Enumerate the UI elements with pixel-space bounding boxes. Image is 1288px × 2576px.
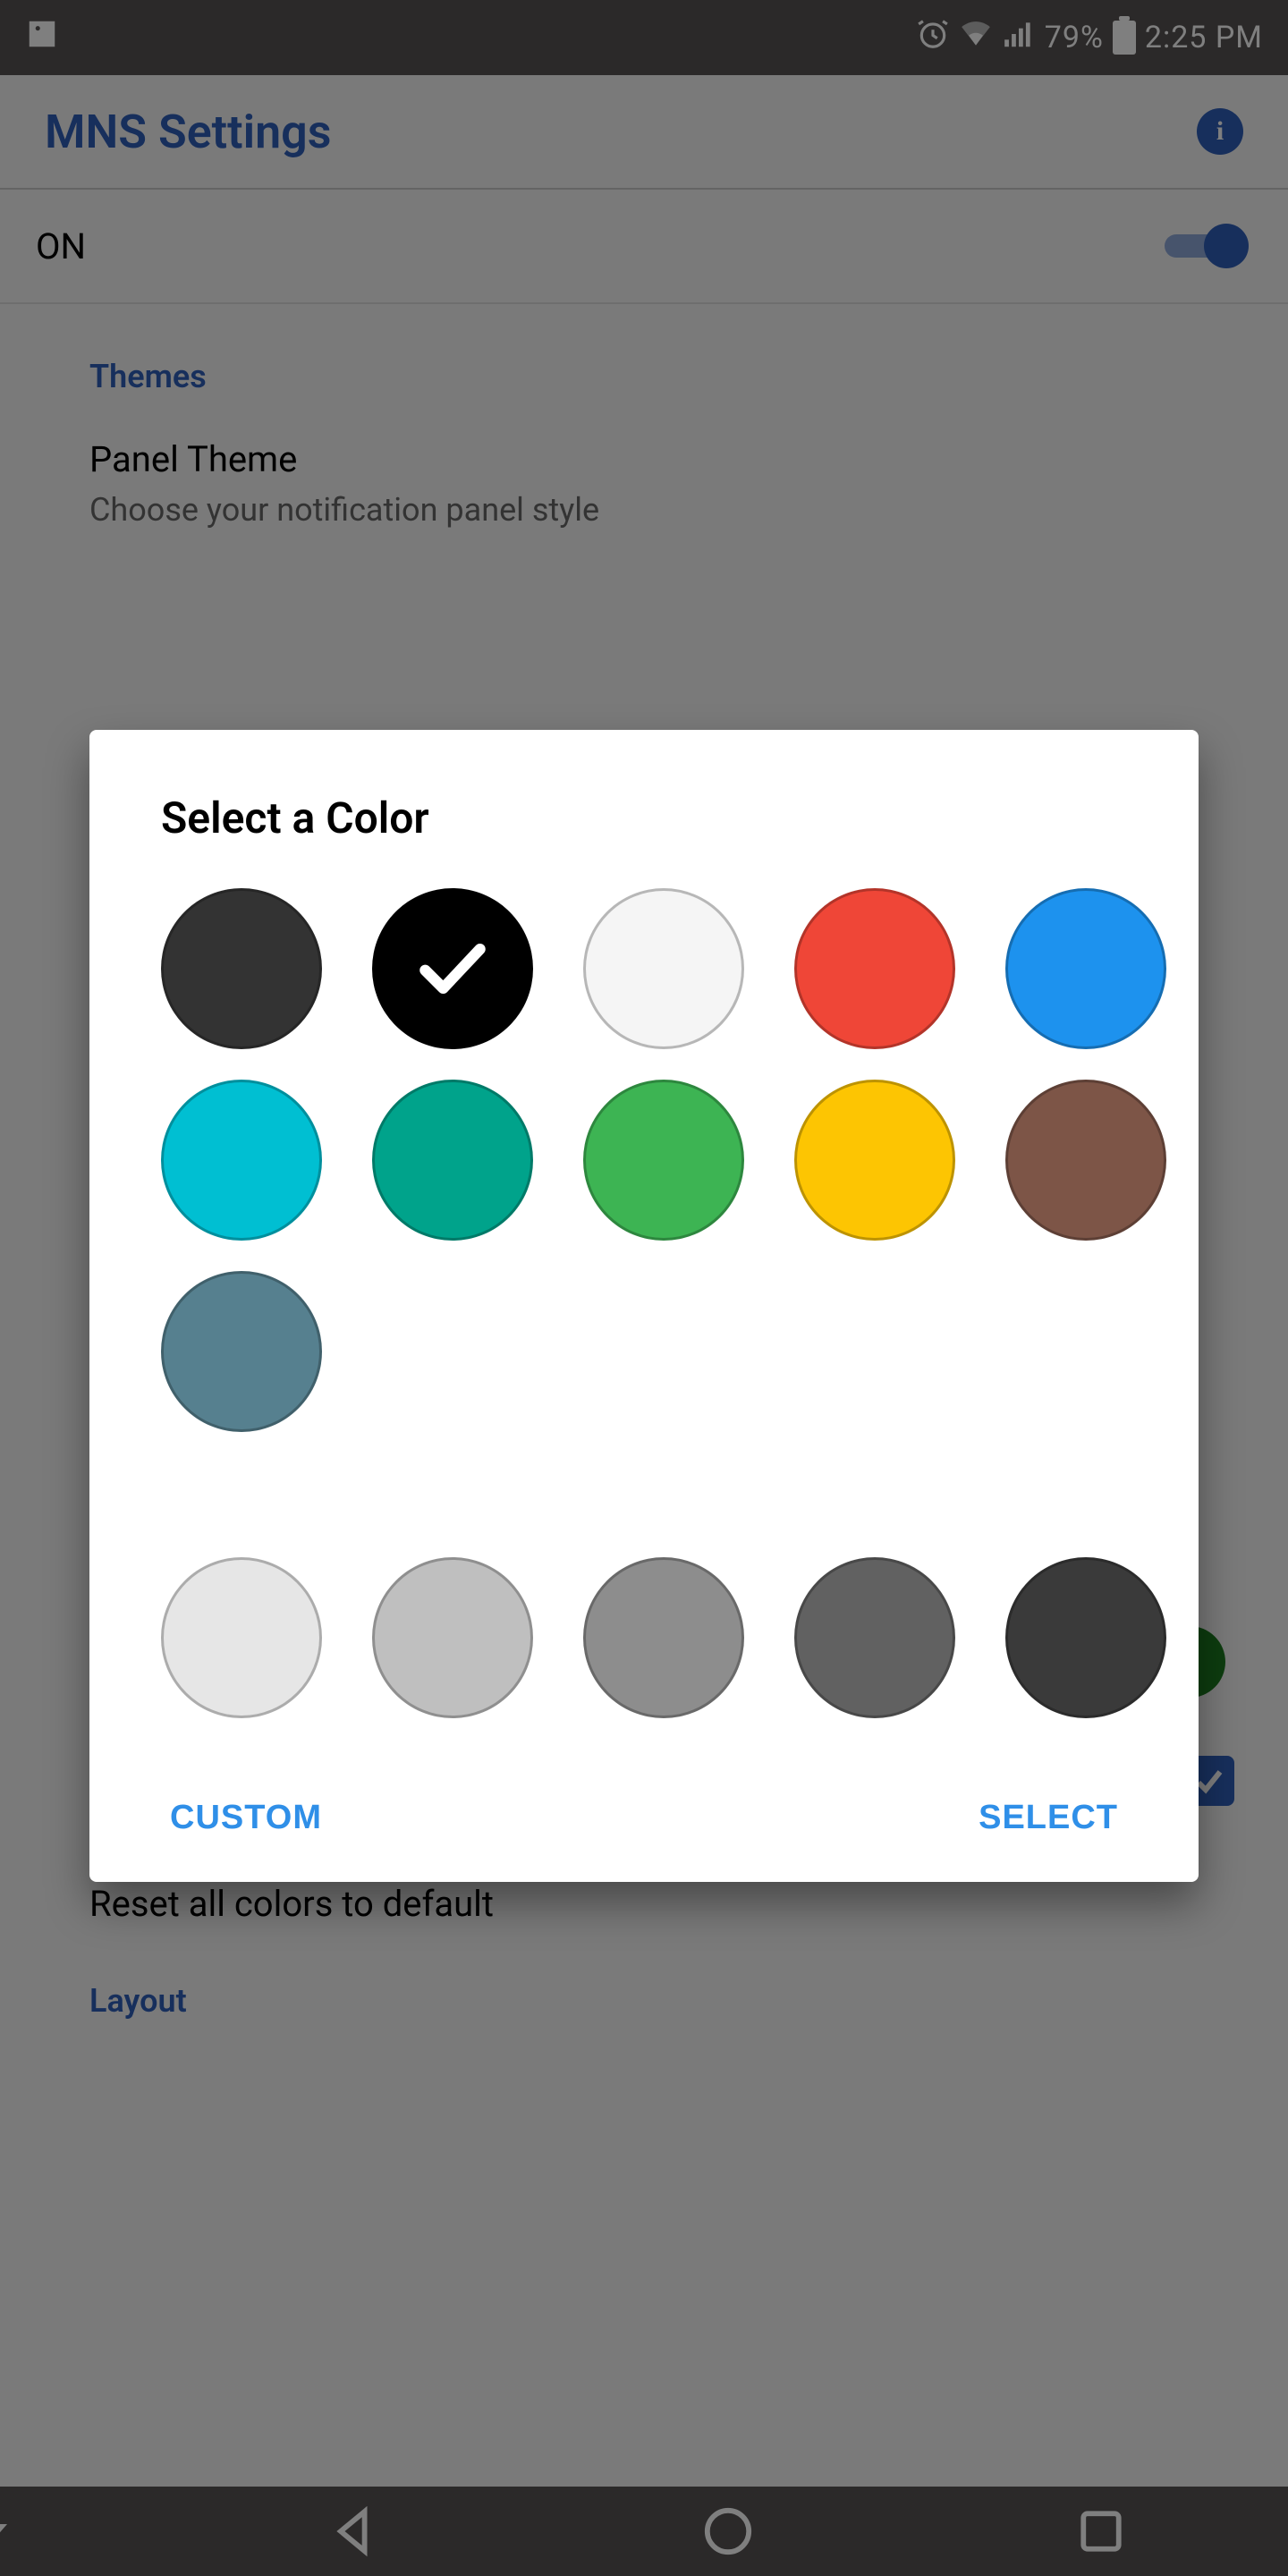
- color-swatch-6[interactable]: [372, 1080, 533, 1241]
- clock: 2:25 PM: [1145, 20, 1263, 55]
- color-picker-dialog: Select a Color CUSTOM SELECT: [89, 730, 1199, 1882]
- shade-grid: [161, 1557, 1127, 1718]
- panel-theme-title: Panel Theme: [89, 438, 1234, 480]
- nav-caret-icon[interactable]: [0, 2524, 7, 2538]
- battery-icon: [1113, 21, 1136, 55]
- color-swatch-0[interactable]: [161, 888, 322, 1049]
- recent-icon[interactable]: [1075, 2505, 1127, 2557]
- layout-section-title: Layout: [89, 1982, 1234, 2020]
- signal-icon: [1002, 17, 1036, 59]
- panel-theme-item[interactable]: Panel Theme Choose your notification pan…: [89, 438, 1234, 529]
- reset-title: Reset all colors to default: [89, 1883, 1234, 1925]
- page-title: MNS Settings: [45, 105, 331, 159]
- alarm-icon: [916, 17, 950, 59]
- back-icon[interactable]: [328, 2505, 380, 2557]
- color-swatch-3[interactable]: [794, 888, 955, 1049]
- shade-swatch-0[interactable]: [161, 1557, 322, 1718]
- on-label: ON: [36, 225, 86, 267]
- app-bar: MNS Settings i: [0, 75, 1288, 190]
- shade-swatch-2[interactable]: [583, 1557, 744, 1718]
- select-button[interactable]: SELECT: [979, 1799, 1118, 1837]
- color-swatch-8[interactable]: [794, 1080, 955, 1241]
- color-swatch-7[interactable]: [583, 1080, 744, 1241]
- master-switch[interactable]: [1154, 224, 1252, 268]
- info-icon[interactable]: i: [1197, 108, 1243, 155]
- status-bar: 79% 2:25 PM: [0, 0, 1288, 75]
- custom-button[interactable]: CUSTOM: [170, 1799, 322, 1837]
- color-swatch-4[interactable]: [1005, 888, 1166, 1049]
- color-grid: [161, 888, 1127, 1432]
- panel-theme-desc: Choose your notification panel style: [89, 491, 1234, 529]
- dialog-title: Select a Color: [161, 792, 1127, 843]
- shade-swatch-4[interactable]: [1005, 1557, 1166, 1718]
- master-toggle-row[interactable]: ON: [0, 190, 1288, 304]
- color-swatch-5[interactable]: [161, 1080, 322, 1241]
- shade-swatch-1[interactable]: [372, 1557, 533, 1718]
- reset-colors-item[interactable]: Reset all colors to default: [89, 1883, 1234, 1925]
- picture-icon: [25, 17, 59, 59]
- color-swatch-10[interactable]: [161, 1271, 322, 1432]
- color-swatch-1[interactable]: [372, 888, 533, 1049]
- shade-swatch-3[interactable]: [794, 1557, 955, 1718]
- battery-percent: 79%: [1045, 20, 1104, 55]
- home-icon[interactable]: [702, 2505, 754, 2557]
- navigation-bar: [0, 2487, 1288, 2576]
- themes-section-title: Themes: [89, 358, 1234, 395]
- color-swatch-9[interactable]: [1005, 1080, 1166, 1241]
- wifi-icon: [959, 17, 993, 59]
- color-swatch-2[interactable]: [583, 888, 744, 1049]
